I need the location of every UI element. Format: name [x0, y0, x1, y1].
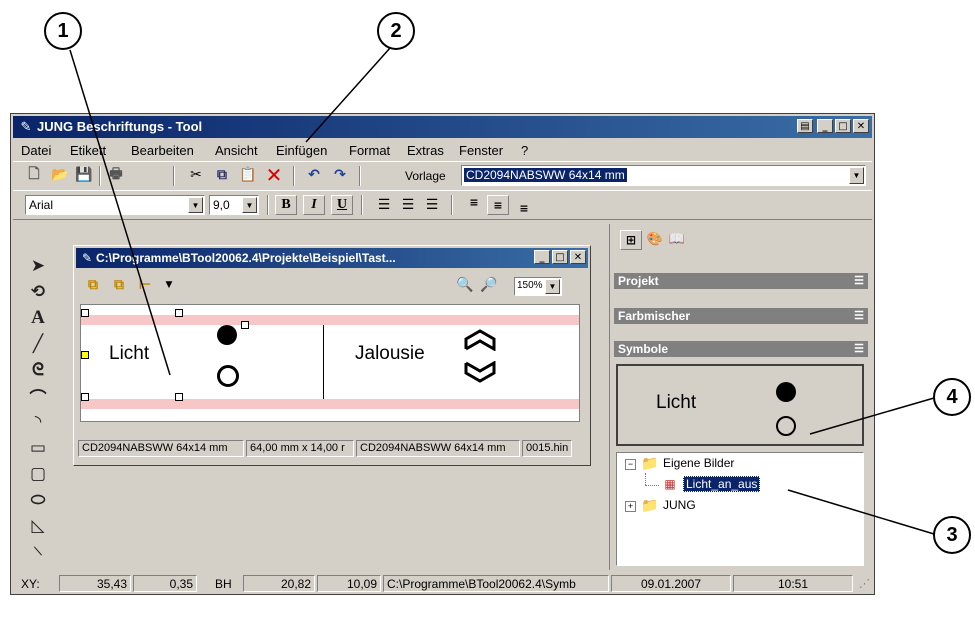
callout-1-line — [69, 49, 171, 376]
callout-3-line — [787, 489, 935, 535]
callout-2-line — [305, 47, 391, 143]
callout-lines — [69, 47, 935, 535]
callout-4-line — [809, 397, 935, 435]
